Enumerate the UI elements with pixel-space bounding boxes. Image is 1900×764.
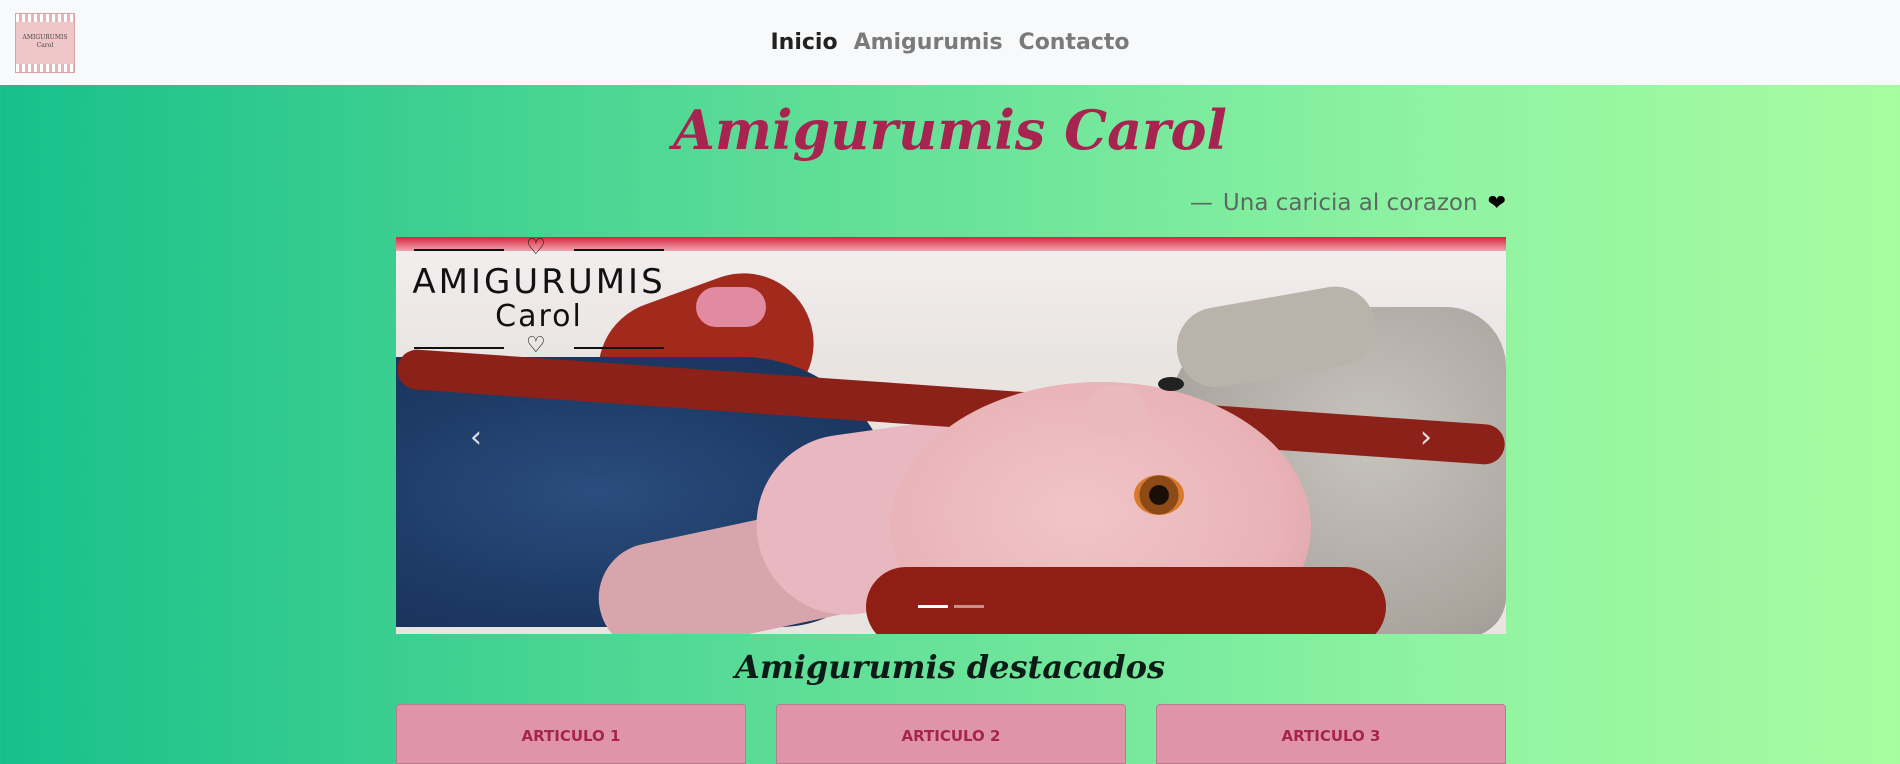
overlay-brand-line2: Carol xyxy=(495,299,583,334)
nav-link-inicio[interactable]: Inicio xyxy=(770,30,837,55)
logo-text-line2: Carol xyxy=(36,42,54,49)
featured-card-1[interactable]: ARTICULO 1 xyxy=(396,704,746,764)
featured-card-2[interactable]: ARTICULO 2 xyxy=(776,704,1126,764)
carousel-indicator-1[interactable] xyxy=(918,605,948,608)
doll-ear xyxy=(1086,385,1146,435)
navbar: AMIGURUMIS Carol Inicio Amigurumis Conta… xyxy=(0,0,1900,85)
chevron-left-icon[interactable]: ‹ xyxy=(461,417,491,457)
card-title: ARTICULO 1 xyxy=(521,727,621,745)
brand-logo[interactable]: AMIGURUMIS Carol xyxy=(15,13,75,73)
doll-hair-bottom xyxy=(866,567,1386,634)
site-title: Amigurumis Carol xyxy=(672,98,1228,162)
overlay-heart-icon: ♡ xyxy=(526,237,546,260)
image-carousel[interactable]: ♡ AMIGURUMIS Carol ♡ ‹ › xyxy=(396,237,1506,634)
overlay-line xyxy=(414,249,504,251)
logo-lace-top xyxy=(16,14,74,22)
carousel-indicators xyxy=(918,605,984,608)
overlay-line xyxy=(574,249,664,251)
featured-card-3[interactable]: ARTICULO 3 xyxy=(1156,704,1506,764)
tagline: — Una caricia al corazon ❤ xyxy=(1190,190,1506,216)
doll-eye xyxy=(1134,475,1184,515)
nav-link-amigurumis[interactable]: Amigurumis xyxy=(854,30,1003,55)
chevron-right-icon[interactable]: › xyxy=(1411,417,1441,457)
main-nav: Inicio Amigurumis Contacto xyxy=(770,30,1129,55)
overlay-line xyxy=(574,347,664,349)
featured-title: Amigurumis destacados xyxy=(735,648,1165,686)
doll-bow xyxy=(696,287,766,327)
featured-cards: ARTICULO 1 ARTICULO 2 ARTICULO 3 xyxy=(396,704,1506,764)
logo-lace-bottom xyxy=(16,64,74,72)
overlay-line xyxy=(414,347,504,349)
overlay-heart-icon: ♡ xyxy=(526,333,546,358)
carousel-logo-overlay: ♡ AMIGURUMIS Carol ♡ xyxy=(404,237,684,358)
carousel-indicator-2[interactable] xyxy=(954,605,984,608)
doll-eye-top xyxy=(1158,377,1184,391)
nav-link-contacto[interactable]: Contacto xyxy=(1019,30,1130,55)
logo-text: AMIGURUMIS Carol xyxy=(16,34,74,50)
overlay-brand-line1: AMIGURUMIS xyxy=(412,262,666,302)
tagline-text: Una caricia al corazon xyxy=(1222,190,1478,216)
logo-text-line1: AMIGURUMIS xyxy=(22,34,68,41)
tagline-dash: — xyxy=(1189,190,1213,216)
heart-icon: ❤ xyxy=(1487,190,1506,216)
card-title: ARTICULO 2 xyxy=(901,727,1001,745)
card-title: ARTICULO 3 xyxy=(1281,727,1381,745)
